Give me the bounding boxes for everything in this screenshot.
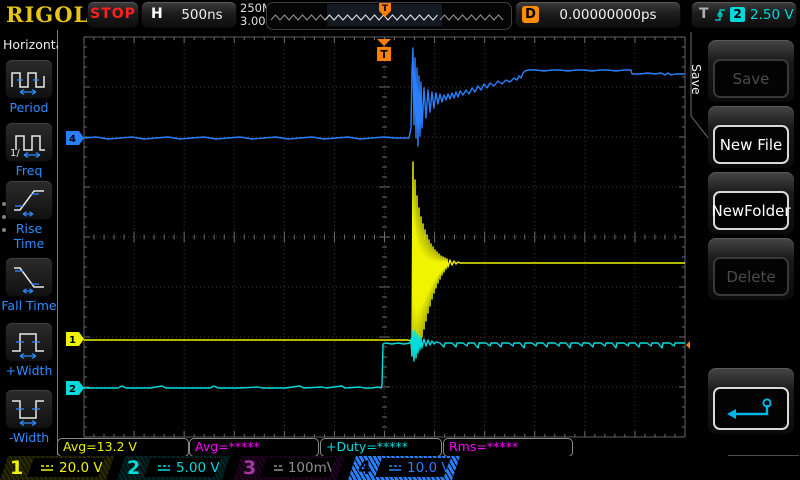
svg-text:1/: 1/ <box>10 148 20 159</box>
measurement-cell: Rms=***** <box>443 438 573 457</box>
menu-tab-label: Save <box>689 63 704 95</box>
save-button: Save <box>713 59 789 98</box>
delay-badge: D <box>522 6 539 23</box>
channel4-status[interactable]: 4 10.0 V <box>348 456 460 480</box>
top-bar: RIGOL STOP H 500ns 250MSa/s 3.00k pts T … <box>0 0 800 30</box>
trigger-source-badge: 2 <box>730 7 745 22</box>
sidebar-item-fall-time-label: Fall Time <box>1 298 57 313</box>
waveform-preview-bar: T <box>266 2 512 30</box>
delete-button-slot: Delete <box>708 238 794 300</box>
dc-coupling-icon <box>157 463 171 473</box>
channel3-scale: 100mV <box>287 459 336 476</box>
channel4-scale-box: 10.0 V <box>375 458 451 477</box>
channel2-status[interactable]: 2 5.00 V <box>117 456 230 480</box>
rigol-logo: RIGOL <box>6 2 90 27</box>
delay-value: 0.00000000ps <box>559 7 657 23</box>
horizontal-menu-sidebar: Horizontal Period 1/ Freq Rise Time Fall… <box>0 30 67 455</box>
measurement-cell: Avg=13.2 V <box>57 438 189 457</box>
period-icon <box>11 72 45 96</box>
trigger-level-value: 2.50 V <box>750 7 794 23</box>
trigger-field[interactable]: T 2 2.50 V <box>692 2 796 27</box>
sidebar-item-freq[interactable]: 1/ <box>6 123 52 161</box>
channel2-scale: 5.00 V <box>176 459 220 476</box>
sidebar-item-plus-width-label: +Width <box>5 363 53 378</box>
menu-page-dots <box>2 193 6 241</box>
channel1-status[interactable]: 1 20.0 V <box>0 456 114 480</box>
sidebar-item-period-label: Period <box>9 100 49 115</box>
freq-icon: 1/ <box>10 135 45 159</box>
channel4-scale: 10.0 V <box>407 459 451 476</box>
new-folder-button[interactable]: NewFolder <box>711 191 791 230</box>
preview-trigger-marker-icon[interactable]: T <box>378 1 392 18</box>
sidebar-item-minus-width-label: -Width <box>8 430 50 445</box>
channel2-number: 2 <box>127 457 141 479</box>
channel2-scale-box: 5.00 V <box>144 458 221 477</box>
dc-coupling-icon <box>388 463 402 473</box>
measurement-cell: +Duty=***** <box>320 438 442 457</box>
horizontal-scale-button[interactable]: H 500ns <box>142 2 236 27</box>
trigger-delay-field[interactable]: D 0.00000000ps <box>516 2 680 27</box>
rising-edge-icon <box>715 9 725 21</box>
sidebar-item-plus-width[interactable] <box>6 323 52 361</box>
fall-time-icon <box>14 267 44 294</box>
channel3-number: 3 <box>243 457 257 479</box>
channel1-number: 1 <box>10 457 24 479</box>
channel1-scale-box: 20.0 V <box>27 458 105 477</box>
minus-width-icon <box>12 400 44 427</box>
plus-width-icon <box>12 333 44 360</box>
new-file-button-slot: New File <box>708 106 794 168</box>
horizontal-label: H <box>151 6 163 22</box>
channel4-number: 4 <box>358 457 372 479</box>
channel3-status[interactable]: 3 100mV <box>233 456 345 480</box>
sidebar-item-freq-label: Freq <box>15 163 43 178</box>
sidebar-item-minus-width[interactable] <box>6 390 52 428</box>
trigger-label: T <box>699 6 709 22</box>
new-file-button[interactable]: New File <box>713 125 789 164</box>
horizontal-scale-value: 500ns <box>181 7 223 23</box>
sidebar-item-rise-time-label: Rise Time <box>13 221 45 251</box>
run-state-badge: STOP <box>88 2 138 27</box>
delete-button: Delete <box>713 257 789 296</box>
sidebar-item-rise-time[interactable] <box>6 181 52 219</box>
back-button-slot <box>708 368 794 434</box>
dc-coupling-icon <box>273 463 283 473</box>
back-button[interactable] <box>713 387 789 430</box>
return-arrow-icon <box>727 397 772 419</box>
new-folder-button-slot: NewFolder <box>708 172 794 234</box>
channel-status-bar: 1 20.0 V 2 5.00 V 3 100mV 4 10.0 V <box>0 456 800 480</box>
oscilloscope-screen: RIGOL STOP H 500ns 250MSa/s 3.00k pts T … <box>0 0 800 480</box>
channel1-scale: 20.0 V <box>59 459 103 476</box>
sidebar-item-period[interactable] <box>6 60 52 98</box>
rise-time-icon <box>14 190 44 217</box>
sidebar-item-fall-time[interactable] <box>6 258 52 296</box>
save-menu: Save Save New File NewFolder Delete <box>689 30 800 455</box>
save-button-slot: Save <box>708 40 794 102</box>
svg-text:T: T <box>382 4 389 14</box>
waveform-display-area <box>58 30 690 455</box>
channel3-scale-box: 100mV <box>260 458 336 477</box>
dc-coupling-icon <box>40 463 54 473</box>
measurement-cell: Avg=***** <box>189 438 319 457</box>
